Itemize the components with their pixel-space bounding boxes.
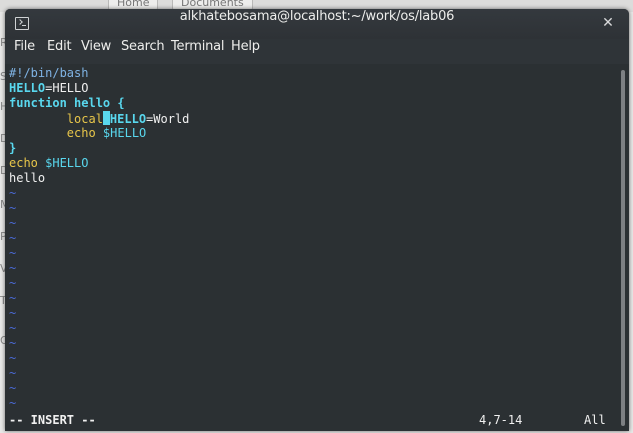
empty-line-tilde: ~ [9, 381, 17, 395]
menu-edit[interactable]: Edit [47, 39, 72, 54]
menu-file[interactable]: File [14, 39, 35, 54]
menu-search[interactable]: Search [121, 39, 165, 54]
code-line-6: } [9, 141, 16, 156]
scroll-position: All [584, 413, 606, 427]
window-title: alkhatebosama@localhost:~/work/os/lab06 [179, 9, 455, 24]
local-assignment-value: =World [146, 112, 190, 126]
empty-line-tilde: ~ [9, 321, 17, 335]
empty-line-tilde: ~ [9, 216, 17, 230]
function-declaration: function hello { [9, 96, 125, 110]
function-call: hello [9, 171, 46, 185]
vim-editor[interactable]: #!/bin/bash HELLO=HELLO function hello {… [5, 64, 617, 431]
terminal-window: alkhatebosama@localhost:~/work/os/lab06 … [5, 9, 629, 431]
title-bar[interactable]: alkhatebosama@localhost:~/work/os/lab06 … [5, 9, 629, 39]
empty-line-tilde: ~ [9, 231, 17, 245]
code-line-1: #!/bin/bash [9, 66, 88, 81]
text-cursor [102, 111, 110, 125]
empty-line-tilde: ~ [9, 396, 17, 410]
empty-line-tilde: ~ [9, 201, 17, 215]
scrollbar[interactable] [617, 64, 629, 431]
variable-name: HELLO [9, 81, 46, 95]
close-icon[interactable]: ✕ [601, 16, 615, 30]
cursor-position: 4,7-14 [479, 413, 523, 427]
empty-line-tilde: ~ [9, 336, 17, 350]
empty-line-tilde: ~ [9, 351, 17, 365]
shebang-comment: #!/bin/bash [9, 66, 89, 80]
local-variable-name: HELLO [109, 112, 147, 126]
menu-bar: File Edit View Search Terminal Help [5, 39, 629, 64]
code-line-8: hello [9, 171, 45, 186]
variable-reference: $HELLO [102, 126, 147, 140]
empty-line-tilde: ~ [9, 366, 17, 380]
empty-line-tilde: ~ [9, 246, 17, 260]
echo-keyword: echo [9, 156, 46, 170]
menu-help[interactable]: Help [231, 39, 260, 54]
echo-keyword: echo [66, 126, 103, 140]
empty-line-tilde: ~ [9, 291, 17, 305]
empty-line-tilde: ~ [9, 261, 17, 275]
empty-line-tilde: ~ [9, 276, 17, 290]
local-keyword: local [66, 112, 103, 126]
menu-view[interactable]: View [81, 39, 111, 54]
code-line-3: function hello { [9, 96, 125, 111]
variable-reference: $HELLO [45, 156, 89, 170]
scrollbar-thumb[interactable] [621, 70, 625, 426]
empty-line-tilde: ~ [9, 186, 17, 200]
vim-mode-indicator: -- INSERT -- [9, 413, 96, 427]
closing-brace: } [9, 141, 17, 155]
code-line-7: echo $HELLO [9, 156, 88, 171]
code-line-5: echo $HELLO [9, 126, 146, 141]
assignment-value: =HELLO [45, 81, 89, 95]
empty-line-tilde: ~ [9, 306, 17, 320]
menu-terminal[interactable]: Terminal [171, 39, 225, 54]
code-line-4: local HELLO=World [9, 111, 189, 126]
code-line-2: HELLO=HELLO [9, 81, 88, 96]
